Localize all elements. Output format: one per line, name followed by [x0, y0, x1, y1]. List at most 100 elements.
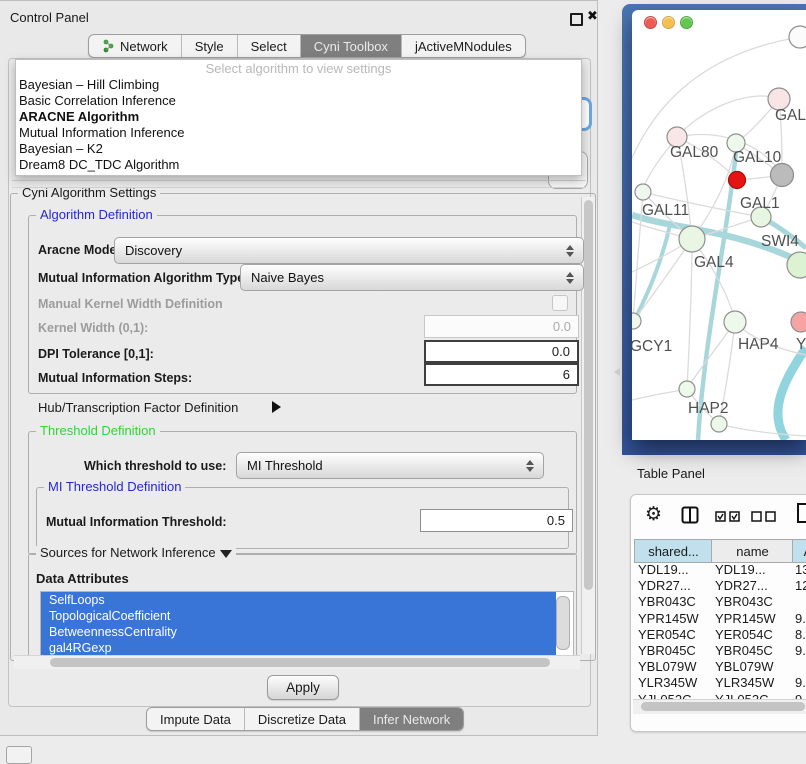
list-scrollbar-thumb[interactable] [556, 596, 570, 650]
network-edge[interactable] [778, 348, 806, 440]
tab-label: jActiveMNodules [415, 39, 512, 54]
mi-steps-field[interactable]: 6 [424, 363, 579, 386]
tab-impute-data[interactable]: Impute Data [147, 708, 245, 730]
algorithm-item[interactable]: Dream8 DC_TDC Algorithm [16, 157, 581, 173]
network-view-window[interactable]: GALGAL80GAL10GAL11GAL1SWI4GAL4GCY1HAP4YH… [632, 10, 806, 440]
divider [12, 187, 586, 188]
network-edge[interactable] [698, 152, 736, 440]
algorithm-item[interactable]: ARACNE Algorithm [16, 109, 581, 125]
table-horizontal-scrollbar-thumb[interactable] [641, 702, 805, 711]
algorithm-item[interactable]: Mutual Information Inference [16, 125, 581, 141]
tab-select[interactable]: Select [238, 35, 301, 57]
collapse-icon[interactable] [220, 550, 232, 558]
network-node-gcy1[interactable] [632, 313, 641, 329]
kernel-width-field[interactable]: 0.0 [424, 315, 579, 338]
close-traffic-icon[interactable] [644, 16, 657, 29]
table-panel-title: Table Panel [637, 466, 705, 481]
float-window-icon[interactable] [570, 13, 583, 26]
minimized-panel-icon[interactable] [6, 746, 32, 764]
aracne-mode-combo[interactable]: Discovery [114, 237, 584, 264]
tab-label: Discretize Data [258, 712, 346, 727]
mi-type-value: Naive Bayes [251, 270, 324, 285]
combo-arrows-icon [566, 245, 574, 257]
attribute-item-selected[interactable]: SelfLoops [41, 592, 556, 608]
column-header-shared[interactable]: shared... [634, 539, 713, 563]
minimize-traffic-icon[interactable] [662, 16, 675, 29]
network-canvas[interactable]: GALGAL80GAL10GAL11GAL1SWI4GAL4GCY1HAP4YH… [632, 10, 806, 440]
dpi-tolerance-field[interactable]: 0.0 [424, 340, 579, 363]
table-row[interactable]: YDL19...YDL19...13 [631, 562, 806, 578]
network-node-hap4[interactable] [724, 311, 746, 333]
table-cell: 9. [795, 675, 806, 690]
network-node-gal4[interactable] [679, 226, 705, 252]
gear-icon[interactable]: ⚙ [645, 503, 662, 526]
column-header-a[interactable]: A [792, 539, 806, 563]
tab-infer-network[interactable]: Infer Network [360, 708, 463, 730]
tab-style[interactable]: Style [182, 35, 238, 57]
apply-button[interactable]: Apply [267, 675, 339, 700]
data-attributes-list[interactable]: SelfLoopsTopologicalCoefficientBetweenne… [40, 591, 574, 656]
tab-label: Select [251, 39, 287, 54]
network-edge[interactable] [687, 239, 692, 389]
table-row[interactable]: YBL079WYBL079W [631, 659, 806, 675]
close-icon[interactable]: ✖ [587, 8, 598, 24]
panel-resize-gripper[interactable] [614, 368, 620, 376]
columns-icon[interactable] [681, 506, 699, 524]
mi-type-label: Mutual Information Algorithm Type: [38, 271, 248, 285]
table-cell: YBR043C [638, 594, 696, 609]
network-node-gal11[interactable] [635, 184, 651, 200]
attribute-item-selected[interactable]: TopologicalCoefficient [41, 608, 556, 624]
tab-cyni-toolbox[interactable]: Cyni Toolbox [301, 35, 402, 57]
tab-discretize-data[interactable]: Discretize Data [245, 708, 360, 730]
manual-kernel-checkbox[interactable] [552, 295, 568, 311]
network-edge[interactable] [632, 225, 670, 325]
tab-label: Style [195, 39, 224, 54]
column-header-name[interactable]: name [711, 539, 794, 563]
algorithm-definition-title: Algorithm Definition [36, 208, 157, 222]
table-cell: YER054C [715, 627, 773, 642]
algorithm-item[interactable]: Basic Correlation Inference [16, 93, 581, 109]
hub-expand-icon[interactable] [272, 401, 281, 413]
settings-horizontal-scrollbar[interactable] [14, 655, 580, 669]
network-node[interactable] [789, 26, 806, 48]
tab-network[interactable]: Network [89, 35, 182, 57]
table-cell: 12 [795, 578, 806, 593]
mi-type-combo[interactable]: Naive Bayes [240, 264, 584, 291]
settings-vertical-scrollbar-thumb[interactable] [584, 200, 593, 590]
aracne-mode-label: Aracne Mode: [38, 243, 121, 257]
network-node-y[interactable] [791, 312, 806, 332]
network-node[interactable] [729, 172, 746, 189]
control-panel-title: Control Panel [10, 10, 89, 25]
select-all-icon[interactable] [715, 511, 741, 522]
network-node[interactable] [711, 416, 727, 432]
mi-threshold-definition-title: MI Threshold Definition [44, 480, 185, 494]
zoom-traffic-icon[interactable] [680, 16, 693, 29]
settings-horizontal-scrollbar-thumb[interactable] [50, 658, 550, 667]
unselect-all-icon[interactable] [751, 511, 777, 522]
network-edge[interactable] [719, 424, 806, 436]
table-row[interactable]: YER054CYER054C8. [631, 627, 806, 643]
network-node-hap2[interactable] [679, 381, 695, 397]
manual-kernel-label: Manual Kernel Width Definition [38, 297, 223, 311]
function-icon[interactable] [796, 502, 806, 524]
node-label: GCY1 [632, 338, 672, 355]
attribute-item-selected[interactable]: gal4RGexp [41, 640, 556, 656]
data-attributes-label: Data Attributes [36, 571, 129, 586]
mi-threshold-field[interactable]: 0.5 [420, 509, 573, 532]
table-cell: YDR27... [638, 578, 691, 593]
algorithm-item[interactable]: Bayesian – Hill Climbing [16, 77, 581, 93]
table-row[interactable]: YBR045CYBR045C9. [631, 643, 806, 659]
which-threshold-combo[interactable]: MI Threshold [236, 452, 544, 479]
table-row[interactable]: YDR27...YDR27...12 [631, 578, 806, 594]
mi-steps-label: Mutual Information Steps: [38, 371, 192, 385]
table-row[interactable]: YBR043CYBR043C [631, 594, 806, 610]
attribute-item-selected[interactable]: BetweennessCentrality [41, 624, 556, 640]
table-horizontal-scrollbar[interactable] [633, 699, 806, 714]
node-label: GAL4 [694, 254, 734, 271]
table-row[interactable]: YPR145WYPR145W9. [631, 611, 806, 627]
network-node[interactable] [771, 164, 794, 187]
tab-jactivemnodules[interactable]: jActiveMNodules [402, 35, 525, 57]
table-row[interactable]: YLR345WYLR345W9. [631, 675, 806, 691]
table-cell: YDL19... [715, 562, 766, 577]
algorithm-item[interactable]: Bayesian – K2 [16, 141, 581, 157]
